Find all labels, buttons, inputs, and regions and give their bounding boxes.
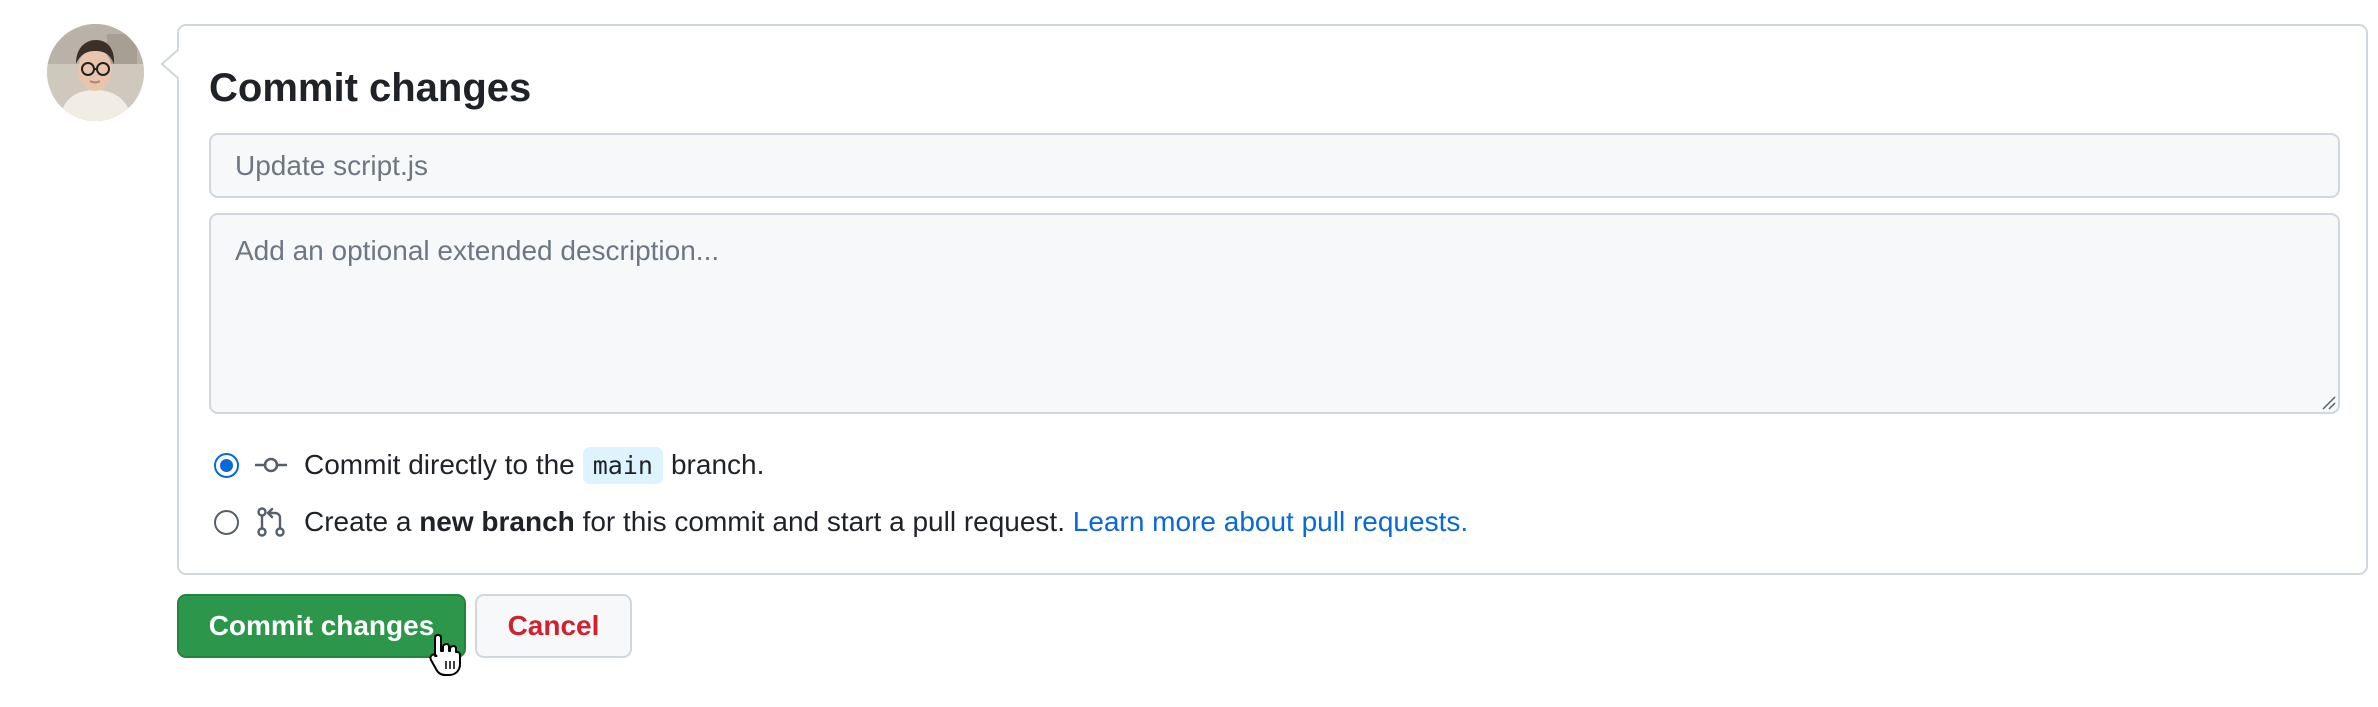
new-branch-bold: new branch (419, 506, 575, 537)
commit-changes-page: Commit changes Commit directly to the ma… (0, 0, 2378, 707)
hand-pointer-cursor-icon (428, 633, 462, 677)
new-branch-radio[interactable] (214, 509, 239, 535)
new-branch-suffix: for this commit and start a pull request… (582, 506, 1065, 537)
git-pull-request-icon (255, 506, 287, 538)
git-commit-icon (255, 449, 287, 481)
form-title: Commit changes (209, 66, 532, 110)
commit-direct-prefix: Commit directly to the (304, 449, 575, 480)
user-avatar[interactable] (47, 24, 144, 121)
commit-changes-button[interactable]: Commit changes (177, 594, 466, 658)
avatar-image (47, 24, 144, 121)
branch-name-code: main (582, 446, 663, 484)
pull-request-help-link[interactable]: Learn more about pull requests. (1073, 506, 1468, 538)
new-branch-option[interactable]: Create a new branch for this commit and … (214, 502, 1468, 542)
commit-summary-input[interactable] (209, 133, 2340, 198)
commit-direct-radio[interactable] (214, 452, 239, 478)
resize-grip-icon[interactable] (2320, 394, 2336, 410)
commit-direct-suffix: branch. (670, 449, 765, 480)
cancel-button[interactable]: Cancel (475, 594, 632, 658)
commit-direct-option[interactable]: Commit directly to the main branch. (214, 445, 764, 485)
new-branch-prefix: Create a (304, 506, 412, 537)
commit-description-input[interactable] (209, 213, 2340, 414)
